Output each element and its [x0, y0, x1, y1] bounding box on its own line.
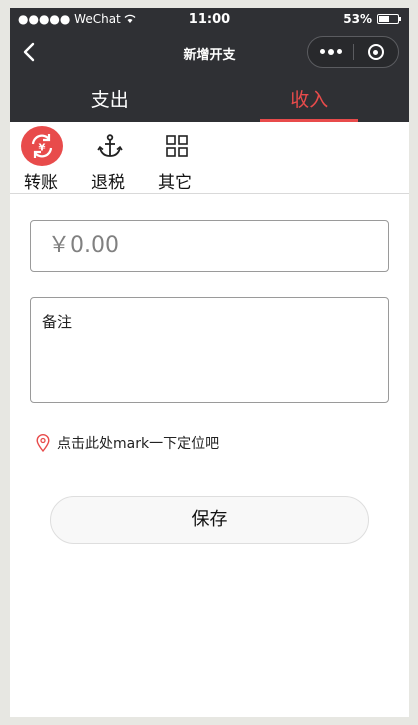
yen-exchange-icon: ¥: [21, 126, 63, 166]
category-transfer[interactable]: ¥ 转账: [21, 122, 88, 193]
grid-icon: [155, 126, 199, 166]
tab-income[interactable]: 收入: [210, 74, 410, 122]
battery-percent: 53%: [343, 12, 372, 26]
anchor-icon: [88, 126, 132, 166]
mini-program-capsule: [307, 36, 399, 68]
location-picker[interactable]: 点击此处mark一下定位吧: [36, 433, 219, 453]
amount-input[interactable]: ￥0.00: [30, 220, 389, 272]
more-dots-icon[interactable]: [308, 49, 353, 55]
location-label: 点击此处mark一下定位吧: [57, 436, 220, 452]
battery-fill: [379, 16, 389, 22]
save-button[interactable]: 保存: [50, 496, 369, 544]
svg-text:¥: ¥: [39, 143, 46, 154]
category-other[interactable]: 其它: [155, 122, 222, 193]
category-label: 转账: [24, 173, 58, 193]
note-textarea[interactable]: 备注: [30, 297, 389, 403]
nav-bar: 新增开支: [10, 30, 409, 74]
category-label: 其它: [158, 173, 192, 193]
target-circle-icon[interactable]: [354, 44, 398, 60]
category-list: ¥ 转账 退税 其它: [10, 122, 409, 194]
battery-icon: [377, 14, 401, 24]
phone-screen: ●●●●● WeChat 11:00 53% 新增开支 支出 收入 ¥ 转账 退…: [10, 8, 409, 717]
battery-group: 53%: [343, 12, 401, 26]
tab-expense[interactable]: 支出: [10, 74, 210, 122]
category-tax-refund[interactable]: 退税: [88, 122, 155, 193]
type-tabs: 支出 收入: [10, 74, 409, 122]
status-bar: ●●●●● WeChat 11:00 53%: [10, 8, 409, 30]
location-pin-icon: [36, 434, 50, 452]
category-label: 退税: [91, 173, 125, 193]
